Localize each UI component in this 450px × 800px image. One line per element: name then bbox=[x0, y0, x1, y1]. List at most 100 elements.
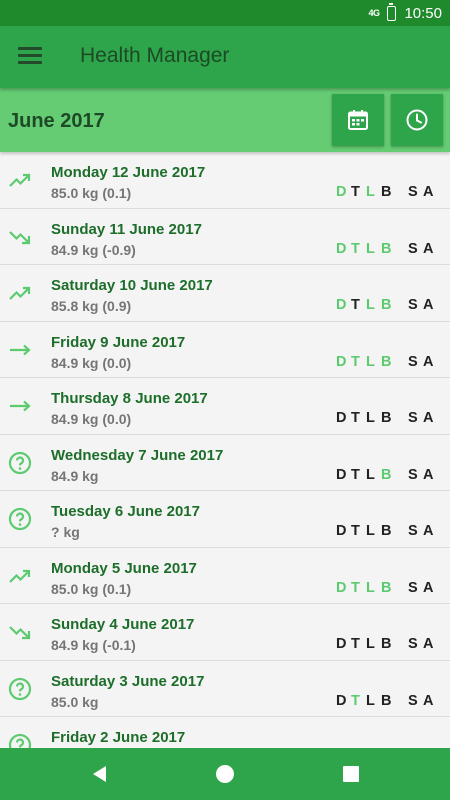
indicator-a: A bbox=[423, 240, 434, 257]
clock-button[interactable] bbox=[391, 94, 443, 146]
entry-date: Monday 12 June 2017 bbox=[51, 164, 206, 181]
back-icon[interactable] bbox=[86, 760, 114, 788]
indicator-a: A bbox=[423, 466, 434, 483]
indicator-b: B bbox=[381, 692, 392, 709]
indicator-d: D bbox=[336, 353, 347, 370]
indicator-s: S bbox=[408, 692, 418, 709]
indicator-t: T bbox=[351, 636, 360, 652]
help-circle-icon bbox=[8, 451, 32, 475]
indicator-t: T bbox=[351, 466, 360, 483]
indicator-b: B bbox=[381, 523, 392, 539]
entry-indicators: DTLBSA bbox=[336, 636, 438, 652]
indicator-b: B bbox=[381, 184, 392, 200]
help-circle-icon bbox=[8, 733, 32, 748]
entry-weight: 84.9 kg (-0.1) bbox=[51, 637, 136, 653]
indicator-d: D bbox=[336, 579, 347, 596]
entry-row[interactable]: Sunday 11 June 2017 84.9 kg (-0.9) D T L B S A bbox=[0, 208, 450, 265]
indicator-s: S bbox=[408, 523, 418, 539]
home-icon[interactable] bbox=[211, 760, 239, 788]
entry-weight: 85.0 kg (0.1) bbox=[51, 580, 132, 597]
indicator-d: D bbox=[336, 523, 347, 539]
indicator-s: S bbox=[408, 636, 418, 652]
entry-date: Sunday 11 June 2017 bbox=[51, 220, 202, 238]
indicator-d: D bbox=[336, 692, 347, 709]
entry-weight: 84.9 kg (0.0) bbox=[51, 411, 132, 427]
indicator-t: T bbox=[351, 692, 360, 709]
entry-row[interactable]: Saturday 10 June 2017 85.8 kg (0.9) D T L B S A bbox=[0, 265, 450, 322]
entry-row[interactable]: Friday 2 June 2017? kgDTLBSA bbox=[0, 717, 450, 748]
trending-up-icon bbox=[8, 564, 32, 588]
entry-row[interactable]: Thursday 8 June 2017 84.9 kg (0.0) D T L B S A bbox=[0, 378, 450, 435]
trending-up-icon bbox=[8, 168, 32, 192]
indicator-b: B bbox=[381, 240, 392, 257]
entry-row[interactable]: Monday 12 June 2017 85.0 kg (0.1) D T L B S A bbox=[0, 152, 450, 209]
indicator-s: S bbox=[408, 579, 418, 596]
indicator-b: B bbox=[381, 410, 392, 426]
entry-weight: 84.9 kg bbox=[51, 467, 99, 484]
trending-down-icon bbox=[8, 620, 32, 644]
menu-icon[interactable] bbox=[18, 47, 42, 67]
indicator-s: S bbox=[408, 297, 418, 313]
entry-row[interactable]: Wednesday 7 June 2017 84.9 kg D T L B S A bbox=[0, 434, 450, 491]
entry-date: Saturday 10 June 2017 bbox=[51, 277, 213, 294]
entry-indicators: DTLBSA bbox=[336, 523, 438, 539]
entry-weight: 85.8 kg (0.9) bbox=[51, 298, 132, 314]
entry-indicators: DTLBSA bbox=[336, 184, 438, 200]
entry-weight: 84.9 kg (0.0) bbox=[51, 354, 132, 371]
trending-down-icon bbox=[8, 225, 32, 249]
entry-indicators: DTLBSA bbox=[336, 467, 438, 483]
indicator-s: S bbox=[408, 410, 418, 426]
indicator-a: A bbox=[423, 692, 434, 709]
indicator-t: T bbox=[351, 579, 360, 596]
calendar-button[interactable] bbox=[332, 94, 384, 146]
battery-icon bbox=[387, 2, 397, 21]
month-title: June 2017 bbox=[8, 110, 105, 132]
indicator-d: D bbox=[336, 184, 347, 200]
indicator-l: L bbox=[366, 240, 375, 257]
indicator-t: T bbox=[351, 184, 360, 200]
indicator-b: B bbox=[381, 636, 392, 652]
indicator-a: A bbox=[423, 410, 434, 426]
app-bar: Health Manager bbox=[0, 26, 450, 88]
indicator-l: L bbox=[366, 353, 375, 370]
indicator-b: B bbox=[381, 297, 392, 313]
indicator-t: T bbox=[351, 297, 360, 313]
indicator-l: L bbox=[366, 466, 375, 483]
entry-row[interactable]: Friday 9 June 2017 84.9 kg (0.0) D T L B S A bbox=[0, 321, 450, 378]
entry-list[interactable]: Monday 12 June 2017 85.0 kg (0.1) D T L B S A Su… bbox=[0, 152, 450, 748]
indicator-d: D bbox=[336, 636, 347, 652]
help-circle-icon bbox=[8, 677, 32, 701]
indicator-l: L bbox=[366, 410, 375, 426]
indicator-a: A bbox=[423, 579, 434, 596]
entry-row[interactable]: Tuesday 6 June 2017 ? kg D T L B S A bbox=[0, 491, 450, 548]
indicator-l: L bbox=[366, 523, 375, 539]
entry-weight: 85.0 kg bbox=[51, 693, 99, 710]
entry-date: Monday 5 June 2017 bbox=[51, 559, 197, 577]
indicator-s: S bbox=[408, 184, 418, 200]
entry-date: Friday 9 June 2017 bbox=[51, 333, 186, 351]
entry-date: Saturday 3 June 2017 bbox=[51, 672, 205, 690]
clock-icon bbox=[406, 109, 428, 131]
entry-indicators: DTLBSA bbox=[336, 354, 438, 370]
indicator-a: A bbox=[423, 636, 434, 652]
entry-indicators: DTLBSA bbox=[336, 297, 438, 313]
entry-row[interactable]: Monday 5 June 2017 85.0 kg (0.1) D T L B S A bbox=[0, 547, 450, 604]
entry-row[interactable]: Sunday 4 June 2017 84.9 kg (-0.1) D T L B S A bbox=[0, 604, 450, 661]
indicator-b: B bbox=[381, 353, 392, 370]
entry-date: Wednesday 7 June 2017 bbox=[51, 446, 224, 464]
indicator-s: S bbox=[408, 240, 418, 257]
navigation-bar bbox=[0, 748, 450, 800]
indicator-d: D bbox=[336, 240, 347, 257]
entry-indicators: DTLBSA bbox=[336, 410, 438, 426]
indicator-l: L bbox=[366, 579, 375, 596]
status-bar: 4G 10:50 bbox=[0, 0, 450, 26]
indicator-a: A bbox=[423, 353, 434, 370]
recents-icon[interactable] bbox=[337, 760, 365, 788]
entry-row[interactable]: Saturday 3 June 2017 85.0 kg D T L B S A bbox=[0, 660, 450, 717]
app-title: Health Manager bbox=[80, 44, 230, 67]
indicator-t: T bbox=[351, 523, 360, 539]
trending-flat-icon bbox=[8, 338, 32, 362]
indicator-l: L bbox=[366, 297, 375, 313]
indicator-t: T bbox=[351, 410, 360, 426]
indicator-b: B bbox=[381, 466, 392, 483]
